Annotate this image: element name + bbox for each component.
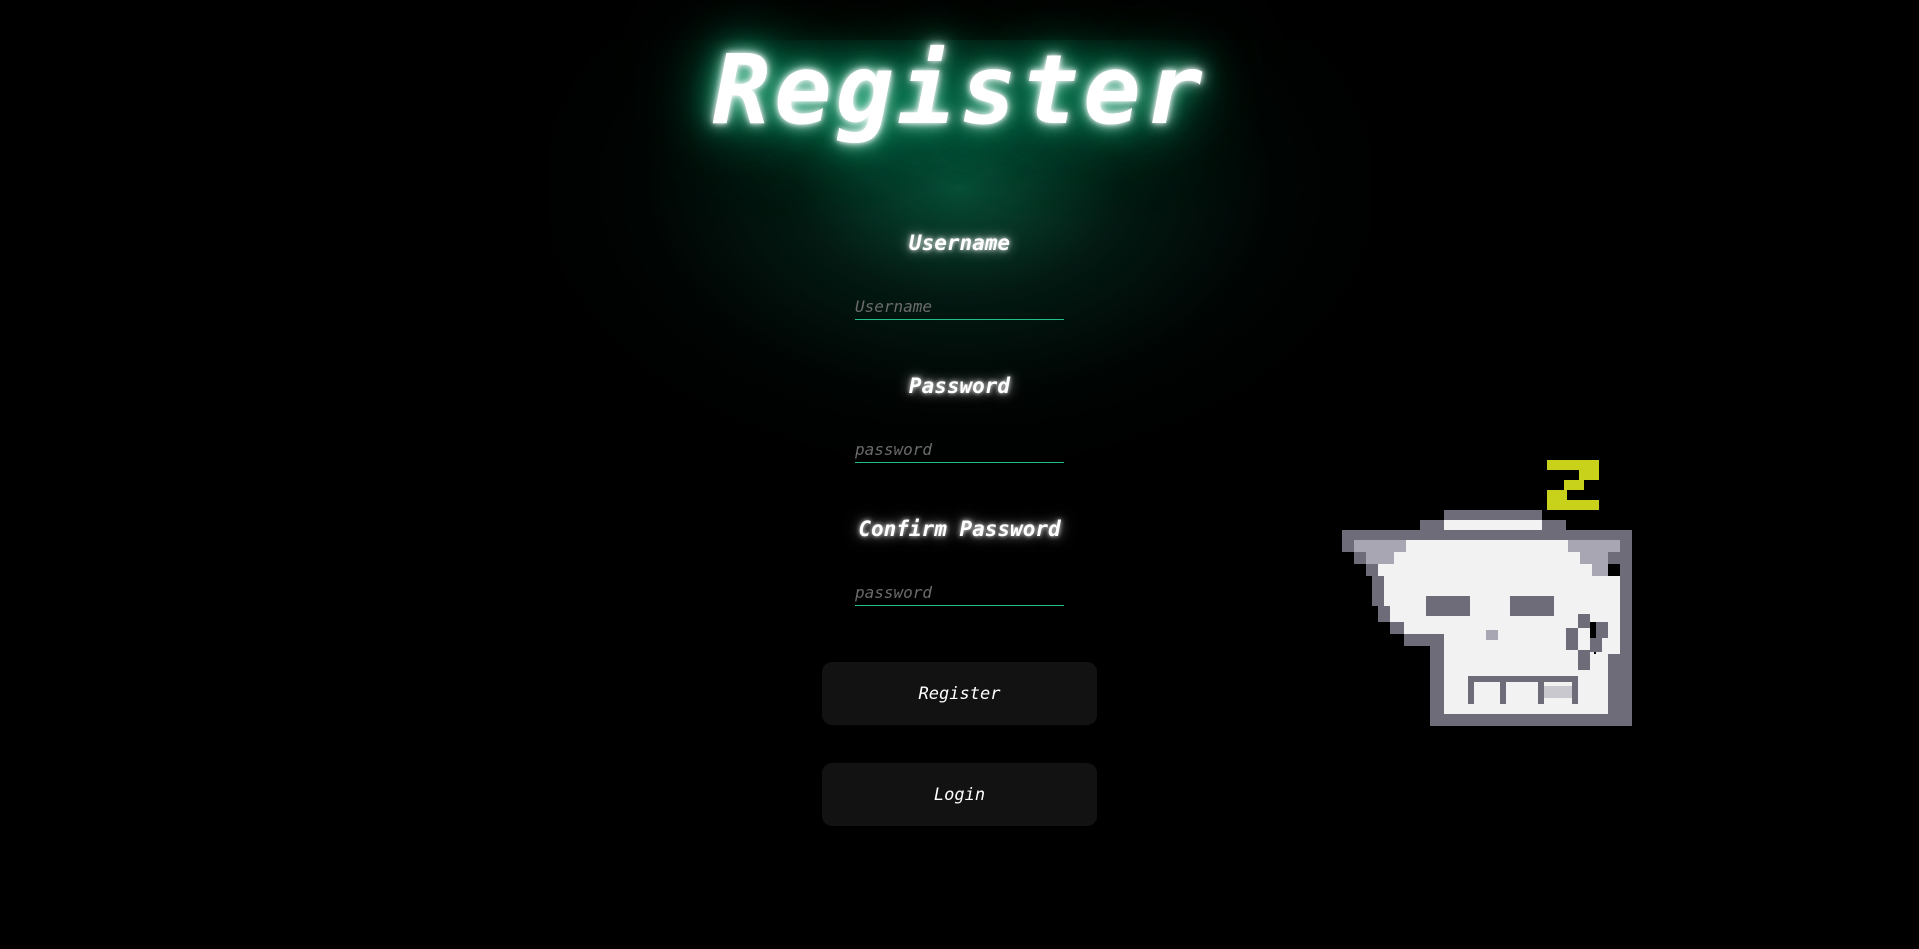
confirm-password-input[interactable]: [855, 579, 1064, 606]
username-input[interactable]: [855, 293, 1064, 320]
register-page: Register Username Password Confirm Passw…: [0, 0, 1919, 949]
sleeping-cat-icon: [1342, 460, 1632, 726]
page-title: Register: [712, 34, 1207, 146]
password-input[interactable]: [855, 436, 1064, 463]
sleep-z-icon: [1547, 460, 1599, 510]
password-label: Password: [908, 374, 1011, 398]
username-label: Username: [908, 231, 1011, 255]
login-button[interactable]: Login: [822, 763, 1097, 826]
register-button[interactable]: Register: [822, 662, 1097, 725]
